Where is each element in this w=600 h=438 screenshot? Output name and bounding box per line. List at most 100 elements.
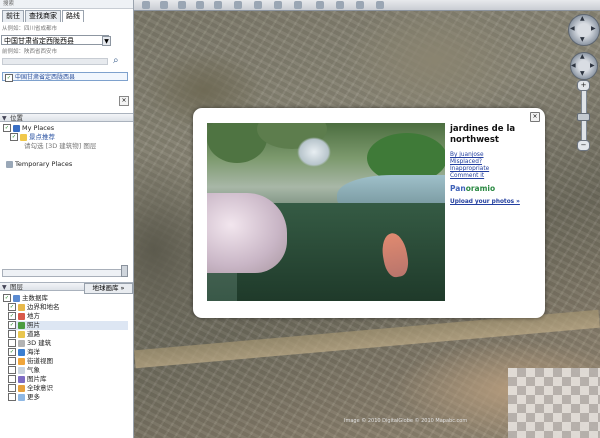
- close-icon[interactable]: ×: [530, 112, 540, 122]
- layer-roads[interactable]: 道路: [8, 330, 40, 339]
- inappropriate-link[interactable]: Inappropriate: [450, 166, 489, 173]
- layer-global-awareness[interactable]: 全球意识: [8, 384, 53, 393]
- scroll-thumb[interactable]: [121, 265, 128, 277]
- zoom-out-button[interactable]: −: [577, 140, 590, 151]
- chevron-up-icon[interactable]: ▲: [580, 15, 585, 22]
- awareness-icon: [18, 384, 25, 392]
- layer-weather[interactable]: 气象: [8, 366, 40, 375]
- upload-photos-link[interactable]: Upload your photos »: [450, 199, 520, 205]
- zoom-thumb[interactable]: [577, 113, 590, 121]
- tour-icon[interactable]: [234, 1, 242, 9]
- chevron-down-icon[interactable]: ▼: [580, 70, 585, 77]
- search-icon[interactable]: ⌕: [113, 55, 127, 66]
- pin-icon: [18, 312, 25, 320]
- checkbox-icon[interactable]: [8, 366, 16, 374]
- more-icon: [18, 393, 25, 401]
- to-hint: 前例如：陕西省西安市: [2, 49, 58, 55]
- search-result-item[interactable]: ✓ 中国甘肃省定西陇西县: [2, 72, 128, 82]
- layer-photos[interactable]: ✓ 照片: [8, 321, 128, 330]
- planet-icon[interactable]: [294, 1, 302, 9]
- placemark-icon[interactable]: [160, 1, 168, 9]
- place-recommended[interactable]: ✓ 景点推荐: [10, 133, 55, 142]
- collapse-arrow-icon[interactable]: ▼: [2, 283, 7, 292]
- places-header-label: 位置: [10, 114, 23, 122]
- checkbox-icon[interactable]: ✓: [10, 133, 18, 141]
- checkbox-icon[interactable]: ✓: [3, 294, 11, 302]
- place-temporary[interactable]: Temporary Places: [6, 160, 72, 169]
- layer-ocean[interactable]: ✓ 海洋: [8, 348, 40, 357]
- chevron-left-icon[interactable]: ◀: [570, 25, 575, 32]
- gallery-icon: [18, 375, 25, 383]
- checkbox-icon[interactable]: [8, 330, 16, 338]
- layer-primary-db[interactable]: ✓ 主数据库: [3, 294, 48, 303]
- overlay-icon[interactable]: [214, 1, 222, 9]
- email-icon[interactable]: [336, 1, 344, 9]
- sidebar: 搜索 前往 查找商家 路线 从例如：四川省成都市 中国甘肃省定西陇西县 ▼ 前例…: [0, 0, 134, 438]
- photo-balloon: × jardines de la northwest By juanjose M…: [193, 108, 545, 318]
- chevron-down-icon[interactable]: ▼: [580, 36, 585, 43]
- folder-icon: [6, 160, 13, 168]
- checkbox-icon[interactable]: ✓: [3, 124, 11, 132]
- chevron-left-icon[interactable]: ◀: [571, 62, 576, 69]
- globe-icon: [13, 124, 20, 132]
- print-icon[interactable]: [356, 1, 364, 9]
- layer-street-view[interactable]: 街道视图: [8, 357, 53, 366]
- layer-more[interactable]: 更多: [8, 393, 40, 402]
- places-header[interactable]: ▼ 位置: [0, 113, 133, 122]
- checkbox-icon[interactable]: [8, 393, 16, 401]
- person-icon: [18, 357, 25, 365]
- layer-borders[interactable]: ✓ 边界和地名: [8, 303, 60, 312]
- maps-icon[interactable]: [376, 1, 384, 9]
- tab-find-business[interactable]: 查找商家: [25, 10, 61, 22]
- ruler-icon[interactable]: [316, 1, 324, 9]
- checkbox-icon[interactable]: ✓: [8, 303, 16, 311]
- zoom-in-button[interactable]: +: [577, 80, 590, 91]
- place-recommended-note: 请勾选 [3D 建筑物] 图层: [24, 142, 97, 150]
- fountain-shape: [297, 137, 331, 167]
- borders-icon: [18, 303, 25, 311]
- historical-imagery-icon[interactable]: [254, 1, 262, 9]
- from-input[interactable]: 中国甘肃省定西陇西县: [1, 35, 109, 45]
- close-icon[interactable]: ×: [119, 96, 129, 106]
- map-toolbar: [134, 0, 600, 11]
- checkbox-icon[interactable]: ✓: [8, 312, 16, 320]
- place-my-places[interactable]: ✓ My Places: [3, 124, 54, 133]
- checkbox-icon[interactable]: [8, 384, 16, 392]
- layer-gallery[interactable]: 图片库: [8, 375, 47, 384]
- earth-gallery-button[interactable]: 地球画库 »: [84, 283, 133, 294]
- layer-3d-buildings[interactable]: 3D 建筑: [8, 339, 51, 348]
- checkbox-icon[interactable]: ✓: [8, 321, 16, 329]
- panoramio-photo[interactable]: [207, 123, 445, 301]
- tab-fly-to[interactable]: 前往: [2, 10, 24, 22]
- hide-sidebar-icon[interactable]: [142, 1, 150, 9]
- panoramio-logo[interactable]: Panoramio: [450, 184, 495, 193]
- search-panel-title: 搜索: [0, 0, 133, 9]
- camera-icon: [18, 321, 25, 329]
- chevron-right-icon[interactable]: ▶: [590, 62, 595, 69]
- sun-icon[interactable]: [274, 1, 282, 9]
- checkbox-icon[interactable]: [8, 357, 16, 365]
- checkbox-icon[interactable]: ✓: [8, 348, 16, 356]
- pixelated-overlay: [508, 368, 600, 438]
- chevron-right-icon[interactable]: ▶: [591, 25, 596, 32]
- cloud-icon: [18, 366, 25, 374]
- panel-scrollbar[interactable]: [2, 269, 128, 277]
- to-input[interactable]: [2, 58, 108, 65]
- misplaced-link[interactable]: Misplaced?: [450, 159, 482, 166]
- checkbox-icon[interactable]: ✓: [5, 74, 13, 82]
- collapse-arrow-icon[interactable]: ▼: [2, 114, 7, 123]
- author-link[interactable]: By juanjose: [450, 152, 484, 159]
- checkbox-icon[interactable]: [8, 375, 16, 383]
- globe-icon: [13, 294, 20, 302]
- checkbox-icon[interactable]: [8, 339, 16, 347]
- chevron-up-icon[interactable]: ▲: [580, 53, 585, 60]
- chevron-down-icon[interactable]: ▼: [102, 36, 111, 46]
- tab-directions[interactable]: 路线: [62, 10, 84, 22]
- path-icon[interactable]: [196, 1, 204, 9]
- search-tabs: 前往 查找商家 路线: [2, 10, 85, 22]
- polygon-icon[interactable]: [178, 1, 186, 9]
- comment-link[interactable]: Comment it: [450, 173, 484, 180]
- from-hint: 从例如：四川省成都市: [2, 26, 58, 32]
- layer-places[interactable]: ✓ 地方: [8, 312, 40, 321]
- stone-basin: [207, 193, 287, 273]
